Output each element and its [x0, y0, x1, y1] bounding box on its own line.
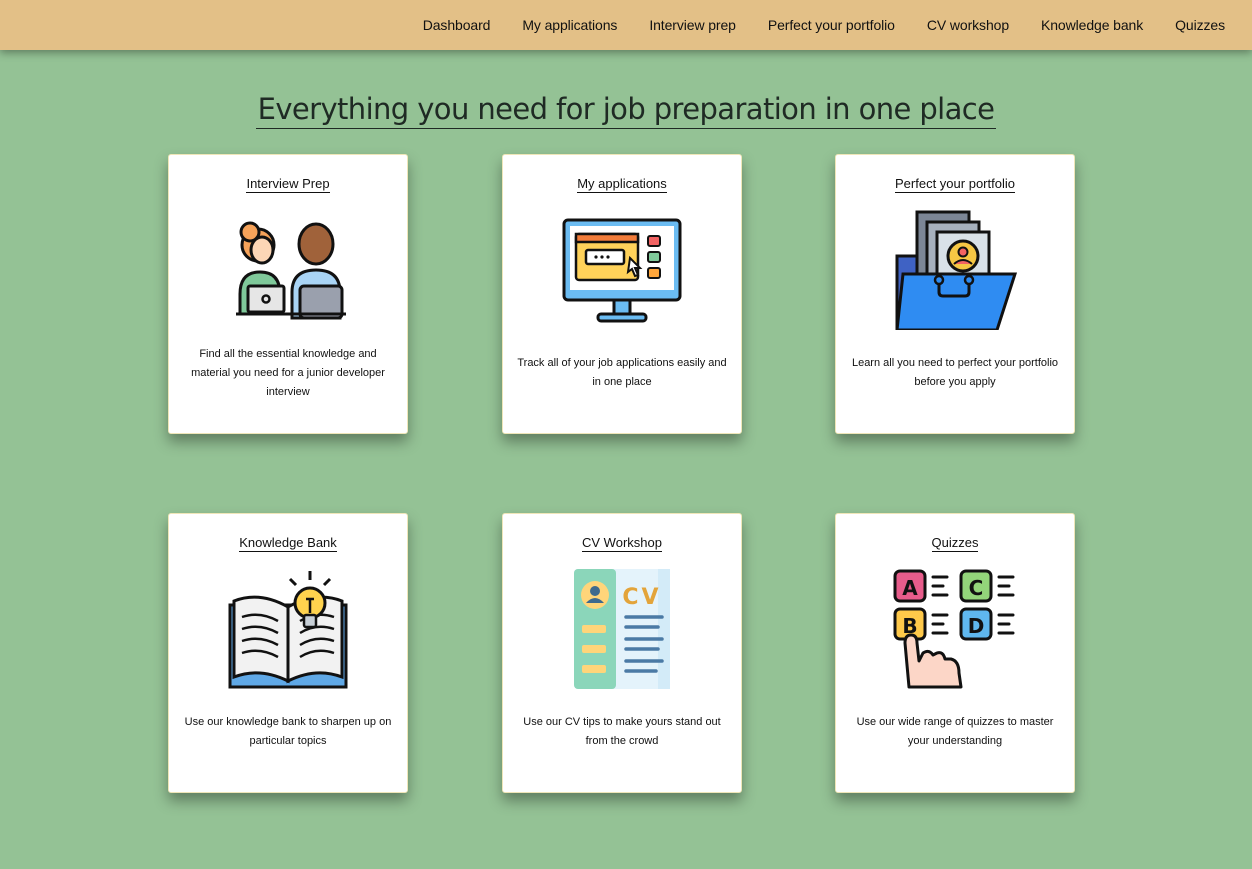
top-navbar: Dashboard My applications Interview prep…	[0, 0, 1252, 50]
nav-knowledge-bank[interactable]: Knowledge bank	[1041, 17, 1143, 33]
nav-cv-workshop[interactable]: CV workshop	[927, 17, 1009, 33]
page-title: Everything you need for job preparation …	[255, 90, 997, 129]
quiz-letter-d: D	[968, 614, 985, 638]
main-nav: Dashboard My applications Interview prep…	[391, 0, 1225, 50]
nav-my-applications[interactable]: My applications	[522, 17, 617, 33]
card-description: Use our wide range of quizzes to master …	[856, 716, 1054, 747]
card-title[interactable]: Interview Prep	[246, 176, 330, 193]
card-title[interactable]: Quizzes	[931, 535, 979, 552]
card-description: Use our knowledge bank to sharpen up on …	[184, 716, 392, 747]
quiz-letter-a: A	[902, 576, 918, 600]
card-knowledge-bank[interactable]: Knowledge Bank Use our knowledge bank to…	[168, 513, 408, 793]
card-title[interactable]: Perfect your portfolio	[895, 176, 1015, 193]
nav-dashboard[interactable]: Dashboard	[423, 17, 491, 33]
interview-icon	[236, 221, 346, 320]
card-title[interactable]: CV Workshop	[582, 535, 662, 552]
card-interview-prep[interactable]: Interview Prep Find all the essential kn…	[168, 154, 408, 434]
book-bulb-icon	[228, 571, 348, 689]
nav-perfect-your-portfolio[interactable]: Perfect your portfolio	[768, 17, 895, 33]
headline-wrap: Everything you need for job preparation …	[0, 90, 1252, 129]
card-description: Track all of your job applications easil…	[517, 357, 727, 388]
quiz-letter-c: C	[969, 576, 984, 600]
cv-icon-label: CV	[622, 585, 661, 610]
card-quizzes[interactable]: Quizzes A C B D Use our wide range of qu…	[835, 513, 1075, 793]
card-title[interactable]: Knowledge Bank	[239, 535, 337, 552]
card-description: Use our CV tips to make yours stand out …	[523, 716, 721, 747]
card-title[interactable]: My applications	[577, 176, 667, 193]
quiz-icon: A C B D	[893, 569, 1015, 689]
card-my-applications[interactable]: My applications Track all of your job ap…	[502, 154, 742, 434]
nav-quizzes[interactable]: Quizzes	[1175, 17, 1225, 33]
card-description: Learn all you need to perfect your portf…	[851, 357, 1059, 388]
card-description: Find all the essential knowledge and mat…	[191, 348, 385, 398]
portfolio-folder-icon	[895, 210, 1017, 330]
card-perfect-your-portfolio[interactable]: Perfect your portfolio Learn all you nee…	[835, 154, 1075, 434]
monitor-icon	[562, 218, 682, 323]
nav-interview-prep[interactable]: Interview prep	[649, 17, 736, 33]
card-cv-workshop[interactable]: CV Workshop CV Use our CV tips to make y…	[502, 513, 742, 793]
cv-document-icon: CV	[574, 569, 670, 689]
